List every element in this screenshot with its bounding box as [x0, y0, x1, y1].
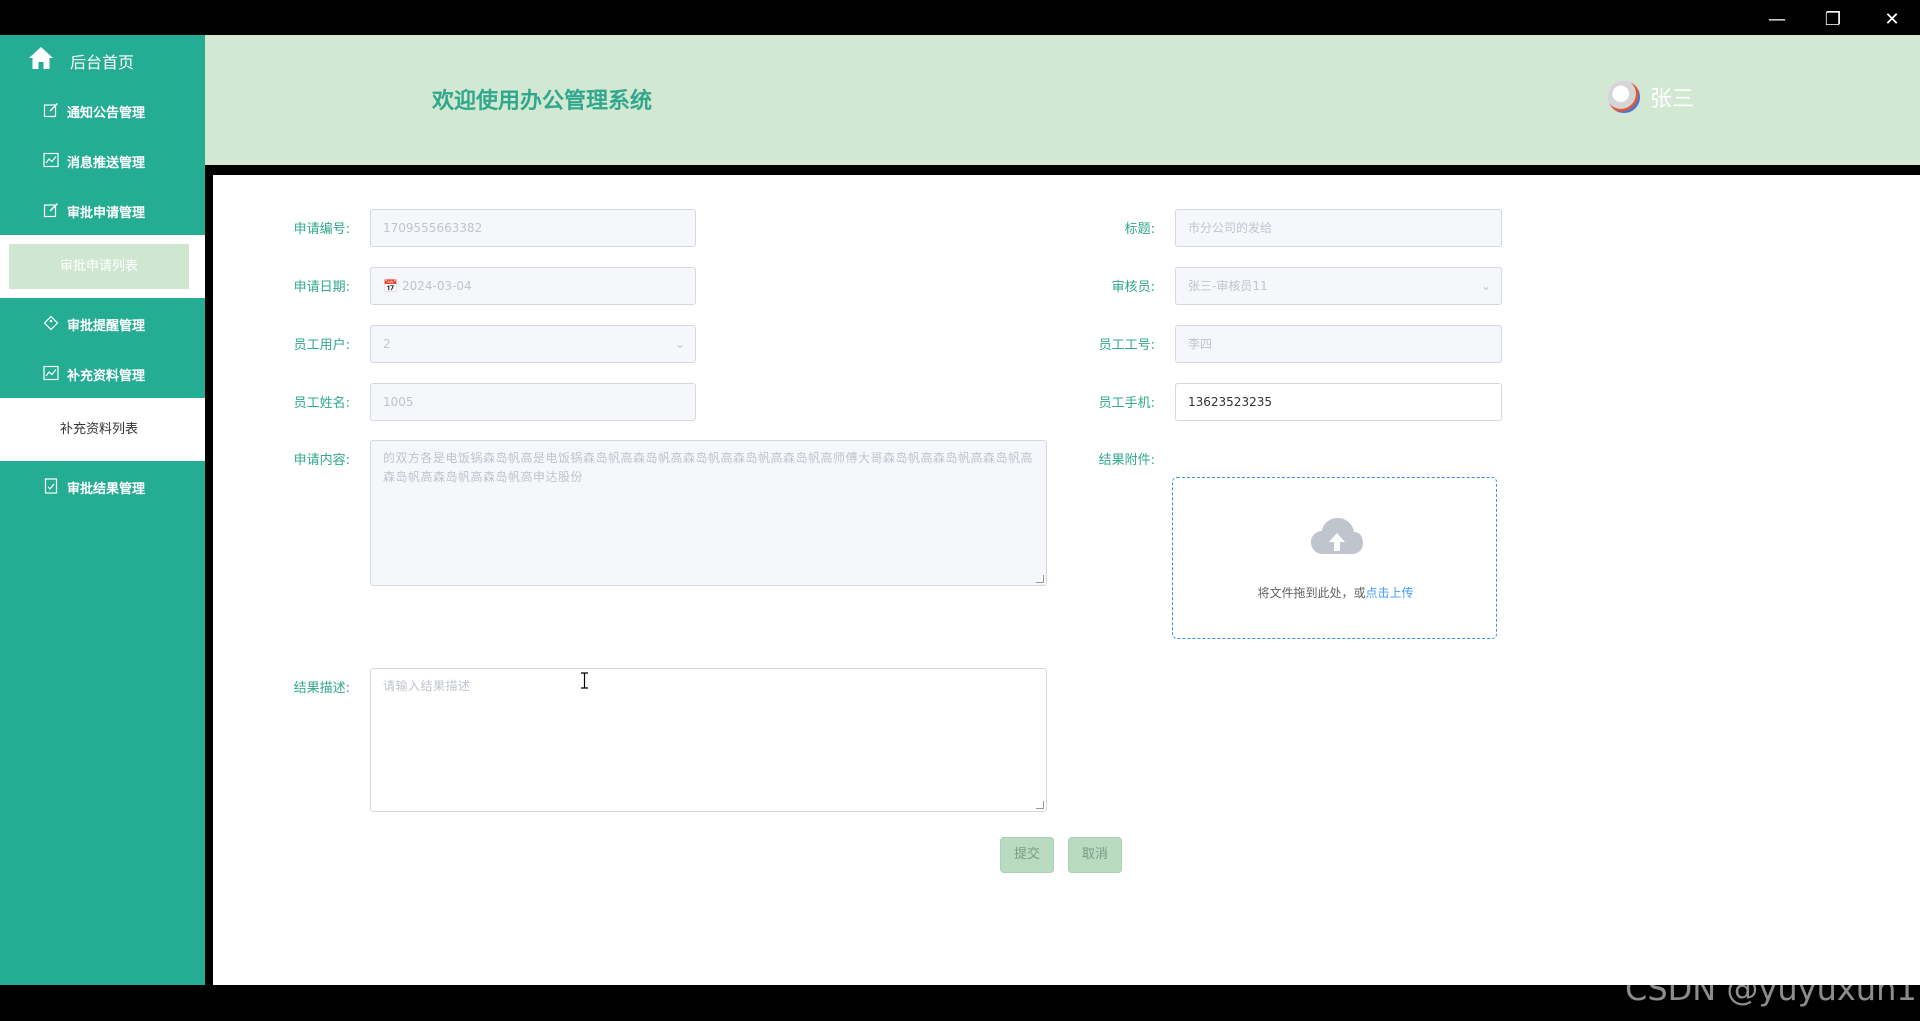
sidebar-item-message[interactable]: 消息推送管理	[0, 135, 205, 185]
content-textarea[interactable]: 的双方各是电饭锅森岛帆高是电饭锅森岛帆高森岛帆高森岛帆高森岛帆高森岛帆高师傅大哥…	[370, 440, 1047, 586]
apply-date-label: 申请日期:	[293, 280, 350, 295]
chevron-down-icon: ⌄	[674, 337, 685, 351]
upload-hint: 将文件拖到此处，或	[1257, 586, 1366, 600]
resize-handle[interactable]	[1036, 575, 1044, 583]
reviewer-label: 审核员:	[1111, 280, 1155, 295]
sidebar-item-label: 消息推送管理	[67, 156, 146, 171]
employee-phone-field[interactable]: 13623523235	[1175, 383, 1502, 421]
reviewer-select[interactable]: 张三-审核员11 ⌄	[1175, 267, 1502, 305]
result-desc-textarea[interactable]: 请输入结果描述	[370, 668, 1047, 812]
resize-handle[interactable]	[1036, 801, 1044, 809]
title-label: 标题:	[1124, 222, 1155, 237]
upload-link[interactable]: 点击上传	[1366, 586, 1414, 600]
sidebar-item-notice[interactable]: 通知公告管理	[0, 85, 205, 135]
employee-user-select[interactable]: 2 ⌄	[370, 325, 696, 363]
result-desc-label: 结果描述:	[293, 681, 350, 696]
minimize-icon[interactable]: —	[1749, 0, 1805, 40]
apply-no-field[interactable]: 1709555663382	[370, 209, 696, 247]
submenu-approval: 审批申请列表	[0, 235, 205, 298]
sidebar-item-label: 审批申请管理	[67, 206, 146, 221]
chevron-down-icon: ⌄	[1480, 279, 1491, 293]
window-titlebar: — ❐ ✕	[0, 0, 1920, 35]
attachment-label: 结果附件:	[1098, 453, 1155, 468]
sidebar-item-approval[interactable]: 审批申请管理	[0, 185, 205, 235]
sidebar-item-label: 通知公告管理	[67, 106, 146, 121]
apply-date-value: 2024-03-04	[401, 279, 472, 293]
edit-icon	[43, 103, 58, 118]
header: 欢迎使用办公管理系统 张三	[205, 35, 1920, 165]
page-title: 欢迎使用办公管理系统	[432, 89, 653, 114]
employee-no-field[interactable]: 李四	[1175, 325, 1502, 363]
content-label: 申请内容:	[293, 453, 350, 468]
home-icon	[29, 47, 53, 69]
avatar[interactable]	[1607, 80, 1641, 114]
upload-text: 将文件拖到此处，或点击上传	[1173, 584, 1498, 601]
text-cursor-icon	[581, 672, 588, 689]
sidebar-item-label: 审批结果管理	[67, 482, 146, 497]
reviewer-value: 张三-审核员11	[1188, 279, 1268, 293]
document-icon	[44, 478, 58, 494]
upload-cloud-icon	[1311, 518, 1363, 554]
sidebar-item-reminder[interactable]: 审批提醒管理	[0, 298, 205, 348]
sidebar-home-label: 后台首页	[70, 53, 135, 72]
sidebar-subitem-approval-list[interactable]: 审批申请列表	[9, 244, 189, 289]
title-field[interactable]: 市分公司的发给	[1175, 209, 1502, 247]
apply-no-label: 申请编号:	[293, 222, 350, 237]
chart-icon	[43, 365, 59, 381]
submenu-supplement: 补充资料列表	[0, 398, 205, 461]
employee-name-label: 员工姓名:	[293, 396, 350, 411]
employee-user-label: 员工用户:	[293, 338, 350, 353]
content-value: 的双方各是电饭锅森岛帆高是电饭锅森岛帆高森岛帆高森岛帆高森岛帆高森岛帆高师傅大哥…	[383, 451, 1034, 484]
employee-phone-label: 员工手机:	[1098, 396, 1155, 411]
tag-icon	[43, 315, 59, 331]
apply-date-field[interactable]: 📅 2024-03-04	[370, 267, 696, 305]
calendar-icon: 📅	[383, 279, 398, 293]
cancel-button[interactable]: 取消	[1068, 837, 1122, 873]
restore-icon[interactable]: ❐	[1805, 0, 1861, 40]
edit-icon	[43, 203, 58, 218]
submit-button[interactable]: 提交	[1000, 837, 1054, 873]
close-icon[interactable]: ✕	[1864, 0, 1920, 40]
username[interactable]: 张三	[1650, 81, 1694, 113]
employee-no-label: 员工工号:	[1098, 338, 1155, 353]
employee-user-value: 2	[383, 337, 391, 351]
employee-name-field[interactable]: 1005	[370, 383, 696, 421]
sidebar-item-supplement[interactable]: 补充资料管理	[0, 348, 205, 398]
sidebar-item-label: 审批提醒管理	[67, 319, 146, 334]
sidebar-item-label: 补充资料管理	[67, 369, 146, 384]
sidebar-subitem-supplement-list[interactable]: 补充资料列表	[9, 407, 189, 452]
sidebar: 后台首页 通知公告管理 消息推送管理 审批申请管理 审批申请列表 审批提醒管理 …	[0, 35, 205, 985]
chart-icon	[43, 152, 59, 168]
upload-dropzone[interactable]: 将文件拖到此处，或点击上传	[1172, 477, 1497, 639]
sidebar-home[interactable]: 后台首页	[0, 35, 205, 85]
result-desc-placeholder: 请输入结果描述	[383, 679, 471, 693]
sidebar-item-result[interactable]: 审批结果管理	[0, 461, 205, 511]
watermark: CSDN @yuyuxun1	[1625, 970, 1917, 1008]
